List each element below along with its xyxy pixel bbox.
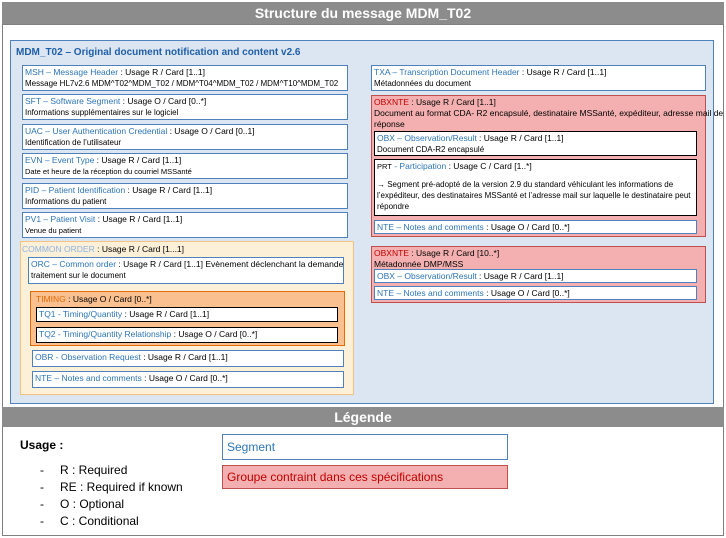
group-usage: : Usage O / Card [0..*]: [65, 294, 152, 304]
segment-orc: ORC – Common order : Usage R / Card [1..…: [28, 257, 344, 284]
segment-name: TQ1 - Timing/Quantity: [39, 309, 123, 319]
usage-item: -R : Required: [40, 463, 128, 477]
segment-usage: : Usage R / Card [1..1]: [125, 185, 213, 195]
segment-evn: EVN – Event Type : Usage R / Card [1..1]…: [22, 153, 348, 179]
segment-description-cont: l’expéditeur, des destinataires MSSanté …: [377, 191, 691, 200]
usage-item: - RE : Required if known: [40, 480, 183, 494]
segment-usage: : Usage R / Card [1..1]: [95, 214, 183, 224]
segment-name: TQ2 - Timing/Quantity Relationship: [39, 329, 172, 339]
segment-usage: : Usage O / Card [0..*]: [483, 288, 570, 298]
segment-uac: UAC – User Authentication Credential : U…: [22, 124, 348, 150]
segment-name: PID – Patient Identification: [25, 185, 126, 195]
group-usage: : Usage R / Card [10..*]: [408, 248, 500, 258]
segment-usage: : Usage R / Card [1..1]: [140, 352, 228, 362]
segment-usage: : Usage R / Card [1..1]: [476, 133, 564, 143]
group-obxnte-1-header: OBXNTE : Usage R / Card [1..1]: [374, 97, 496, 108]
legend-group-swatch: Groupe contraint dans ces spécifications: [222, 465, 508, 489]
segment-usage: : Usage R / Card [1..1] Evènement déclen…: [116, 259, 344, 269]
usage-item: -C : Conditional: [40, 514, 139, 528]
segment-msh: MSH – Message Header : Usage R / Card [1…: [22, 65, 348, 91]
usage-item: -O : Optional: [40, 497, 125, 511]
group-name: COMMON ORDER: [22, 244, 95, 254]
segment-nte-2: NTE – Notes and comments : Usage O / Car…: [374, 286, 697, 300]
segment-description: Document CDA-R2 encapsulé: [377, 145, 485, 154]
segment-name: TXA – Transcription Document Header: [374, 67, 520, 77]
segment-usage: : Usage R / Card [1..1]: [94, 155, 182, 165]
segment-usage: : Usage C / Card [1..*]: [446, 161, 532, 171]
group-usage: : Usage R / Card [1...1]: [94, 244, 185, 254]
segment-name: OBX – Observation/Result: [377, 271, 477, 281]
segment-usage: : Usage O / Card [0..1]: [167, 126, 255, 136]
segment-description: traitement sur le document: [31, 271, 126, 280]
segment-nte-common: NTE – Notes and comments : Usage O / Car…: [32, 371, 344, 388]
segment-name: OBX – Observation/Result: [377, 133, 477, 143]
segment-name: NTE – Notes and comments: [35, 373, 142, 383]
segment-description: Métadonnées du document: [374, 79, 471, 88]
segment-usage: : Usage O / Card [0..*]: [120, 96, 207, 106]
segment-obr: OBR - Observation Request : Usage R / Ca…: [32, 350, 344, 367]
segment-usage: : Usage R / Card [1..1]: [519, 67, 607, 77]
group-description-cont: réponse: [374, 119, 405, 129]
segment-prt: PRT - Participation : Usage C / Card [1.…: [374, 159, 697, 216]
segment-tq1: TQ1 - Timing/Quantity : Usage R / Card […: [36, 307, 338, 322]
diagram-title: Structure du message MDM_T02: [2, 2, 724, 24]
group-obxnte-2-header: OBXNTE : Usage R / Card [10..*]: [374, 248, 499, 259]
segment-usage: : Usage O / Card [0..*]: [141, 373, 228, 383]
legend-segment-swatch: Segment: [222, 434, 508, 460]
segment-usage: : Usage R / Card [1..1]: [118, 67, 206, 77]
segment-name: EVN – Event Type: [25, 155, 95, 165]
segment-usage: : Usage R / Card [1..1]: [122, 309, 210, 319]
segment-name: UAC – User Authentication Credential: [25, 126, 168, 136]
segment-name: SFT – Software Segment: [25, 96, 121, 106]
segment-name: OBR - Observation Request: [35, 352, 141, 362]
group-name: TIMING: [36, 294, 66, 304]
segment-txa: TXA – Transcription Document Header : Us…: [371, 65, 706, 91]
segment-code: PRT: [377, 162, 392, 171]
segment-name: PV1 – Patient Visit: [25, 214, 96, 224]
segment-description: Identification de l’utilisateur: [25, 138, 122, 147]
usage-title: Usage :: [20, 438, 64, 452]
segment-pv1: PV1 – Patient Visit : Usage R / Card [1.…: [22, 212, 348, 238]
segment-description: Informations supplémentaires sur le logi…: [25, 108, 179, 117]
segment-name: MSH – Message Header: [25, 67, 119, 77]
segment-obx-2: OBX – Observation/Result : Usage R / Car…: [374, 269, 697, 283]
segment-tq2: TQ2 - Timing/Quantity Relationship : Usa…: [36, 327, 338, 343]
group-common-order-header: COMMON ORDER : Usage R / Card [1...1]: [22, 244, 184, 254]
segment-usage: : Usage R / Card [1..1]: [476, 271, 564, 281]
message-title: MDM_T02 – Original document notification…: [16, 47, 301, 58]
group-name: OBXNTE: [374, 97, 409, 107]
segment-description: → Segment pré-adopté de la version 2.9 d…: [377, 180, 674, 189]
segment-usage: : Usage O / Card [0..*]: [483, 222, 570, 232]
group-usage: : Usage R / Card [1..1]: [408, 97, 496, 107]
segment-obx-1: OBX – Observation/Result : Usage R / Car…: [374, 131, 697, 156]
segment-name: ORC – Common order: [31, 259, 117, 269]
segment-description-end: répondre: [377, 202, 410, 211]
group-timing-header: TIMING : Usage O / Card [0..*]: [36, 294, 152, 304]
segment-description: Date et heure de la réception du courrie…: [25, 167, 192, 176]
segment-name: NTE – Notes and comments: [377, 222, 484, 232]
segment-description: Venue du patient: [25, 226, 82, 235]
segment-usage: : Usage O / Card [0..*]: [171, 329, 258, 339]
segment-sft: SFT – Software Segment : Usage O / Card …: [22, 94, 348, 120]
segment-description: Informations du patient: [25, 197, 107, 206]
legend-title: Légende: [2, 407, 724, 427]
segment-pid: PID – Patient Identification : Usage R /…: [22, 183, 348, 209]
group-description: Document au format CDA- R2 encapsulé, de…: [374, 108, 724, 118]
segment-nte-1: NTE – Notes and comments : Usage O / Car…: [374, 220, 697, 234]
segment-name: - Participation: [391, 161, 447, 171]
group-name: OBXNTE: [374, 248, 409, 258]
segment-name: NTE – Notes and comments: [377, 288, 484, 298]
usage-list: -R : Required - RE : Required if known -O…: [40, 462, 183, 530]
segment-description: Message HL7v2.6 MDM^T02^MDM_T02 / MDM^T0…: [25, 79, 339, 88]
